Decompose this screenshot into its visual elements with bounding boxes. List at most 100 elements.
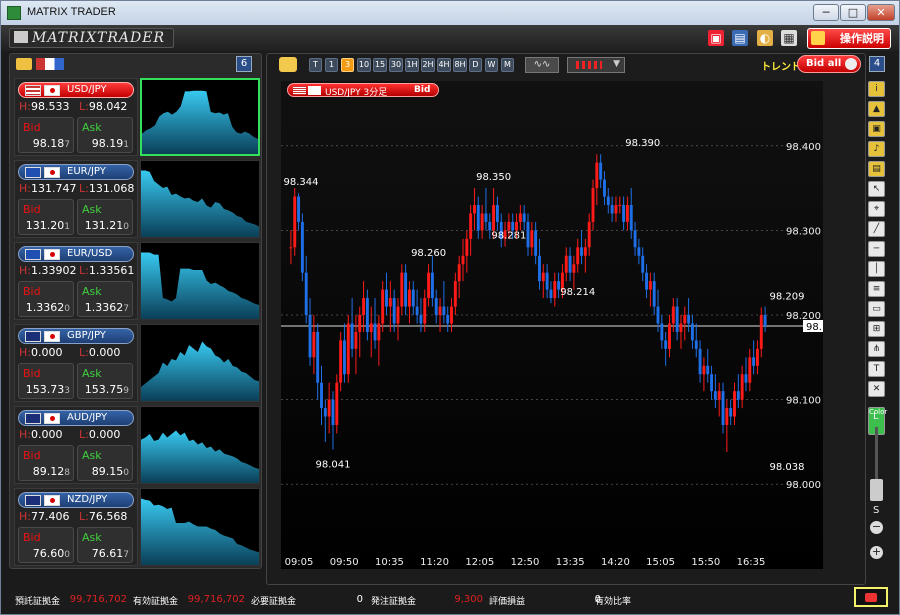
fibo-icon[interactable]: ≡: [868, 281, 885, 297]
hline-icon[interactable]: ─: [868, 241, 885, 257]
delete-icon[interactable]: ✕: [868, 381, 885, 397]
chart-type-dropdown[interactable]: ▼: [567, 57, 625, 73]
bid-all-toggle[interactable]: Bid all: [797, 55, 861, 73]
price-annotation: 98.390: [625, 138, 660, 149]
pair-card-gbp-jpy[interactable]: GBP/JPY H:0.000 L:0.000 Bid 153.733 Ask 153.75…: [14, 324, 260, 402]
mini-chart[interactable]: [140, 160, 260, 238]
high-value: H:1.33902: [19, 264, 77, 277]
candle: [522, 205, 526, 231]
pair-card-eur-usd[interactable]: EUR/USD H:1.33902 L:1.33561 Bid 1.33620 Ask 1.…: [14, 242, 260, 320]
candle: [625, 196, 629, 231]
zoom-in-icon[interactable]: +: [870, 546, 883, 559]
bid-button[interactable]: Bid 1.33620: [18, 281, 74, 317]
folder-icon[interactable]: [16, 58, 32, 70]
x-tick-label: 11:20: [420, 557, 449, 568]
palette-icon[interactable]: ◐: [757, 30, 773, 46]
mini-chart[interactable]: [140, 406, 260, 484]
info-icon[interactable]: i: [868, 81, 885, 97]
close-button[interactable]: ✕: [867, 4, 895, 21]
help-button[interactable]: 操作説明: [807, 28, 891, 49]
pair-card-aud-jpy[interactable]: AUD/JPY H:0.000 L:0.000 Bid 89.128 Ask 89.150: [14, 406, 260, 484]
print-icon[interactable]: ▦: [781, 30, 797, 46]
timeframe-1[interactable]: 1: [325, 58, 338, 72]
timeframe-4h[interactable]: 4H: [437, 58, 451, 72]
ask-button[interactable]: Ask 131.210: [77, 199, 133, 235]
bid-button[interactable]: Bid 76.600: [18, 527, 74, 563]
rate-panel-toolbar: 6: [10, 54, 263, 76]
crosshair-icon[interactable]: ⌖: [868, 201, 885, 217]
save-icon[interactable]: ▤: [732, 30, 748, 46]
line-chart-toggle[interactable]: ∿∿: [525, 57, 559, 73]
bid-button[interactable]: Bid 153.733: [18, 363, 74, 399]
toolbox-icon[interactable]: ▣: [708, 30, 724, 46]
bid-button[interactable]: Bid 98.187: [18, 117, 74, 153]
ask-button[interactable]: Ask 76.617: [77, 527, 133, 563]
volume-icon[interactable]: ▲: [868, 101, 885, 117]
bid-button[interactable]: Bid 89.128: [18, 445, 74, 481]
timeframe-10[interactable]: 10: [357, 58, 371, 72]
channel-icon[interactable]: ▭: [868, 301, 885, 317]
ask-button[interactable]: Ask 98.191: [77, 117, 133, 153]
gann-icon[interactable]: ⊞: [868, 321, 885, 337]
pair-select-button[interactable]: GBP/JPY: [18, 328, 134, 344]
ask-button[interactable]: Ask 1.33627: [77, 281, 133, 317]
timeframe-t[interactable]: T: [309, 58, 322, 72]
pair-card-usd-jpy[interactable]: USD/JPY H:98.533 L:98.042 Bid 98.187 Ask 98.19…: [14, 78, 260, 156]
order-icon[interactable]: ▤: [868, 161, 885, 177]
price-annotation: 98.038: [770, 462, 805, 473]
flags-icon[interactable]: [36, 58, 64, 70]
trendline-icon[interactable]: ╱: [868, 221, 885, 237]
candle: [453, 272, 457, 315]
pair-select-button[interactable]: EUR/JPY: [18, 164, 134, 180]
candle: [645, 264, 648, 299]
mini-chart[interactable]: [140, 78, 260, 156]
chart-count-badge[interactable]: 4: [869, 56, 885, 72]
pitchfork-icon[interactable]: ⋔: [868, 341, 885, 357]
cursor-icon[interactable]: ↖: [868, 181, 885, 197]
y-tick-label: 98.000: [786, 480, 821, 491]
pair-card-eur-jpy[interactable]: EUR/JPY H:131.747 L:131.068 Bid 131.201 Ask 13…: [14, 160, 260, 238]
timeframe-1h[interactable]: 1H: [405, 58, 419, 72]
candle: [473, 188, 476, 231]
mini-chart[interactable]: [140, 488, 260, 566]
timeframe-30[interactable]: 30: [389, 58, 403, 72]
ask-button[interactable]: Ask 153.759: [77, 363, 133, 399]
x-tick-label: 12:05: [465, 557, 494, 568]
zoom-slider-thumb[interactable]: [870, 479, 883, 501]
ask-button[interactable]: Ask 89.150: [77, 445, 133, 481]
bid-button[interactable]: Bid 131.201: [18, 199, 74, 235]
candle: [576, 238, 580, 273]
chart-back-icon[interactable]: [279, 57, 297, 72]
timeframe-15[interactable]: 15: [373, 58, 387, 72]
mini-chart[interactable]: [140, 324, 260, 402]
zoom-out-icon[interactable]: −: [870, 521, 883, 534]
price-annotation: 98.281: [491, 230, 526, 241]
timeframe-m[interactable]: M: [501, 58, 514, 72]
status-bar: 預託証拠金 99,716,702 有効証拠金 99,716,702 必要証拠金 0 発注証拠…: [1, 590, 899, 614]
candle: [476, 196, 480, 239]
pair-select-button[interactable]: AUD/JPY: [18, 410, 134, 426]
low-value: L:98.042: [79, 100, 128, 113]
pair-select-button[interactable]: EUR/USD: [18, 246, 134, 262]
text-icon[interactable]: T: [868, 361, 885, 377]
screenshot-button[interactable]: [854, 587, 888, 607]
bell-icon[interactable]: ♪: [868, 141, 885, 157]
pair-select-button[interactable]: NZD/JPY: [18, 492, 134, 508]
price-annotation: 98.260: [411, 248, 446, 259]
mini-chart[interactable]: [140, 242, 260, 320]
vline-icon[interactable]: │: [868, 261, 885, 277]
timeframe-2h[interactable]: 2H: [421, 58, 435, 72]
timeframe-w[interactable]: W: [485, 58, 498, 72]
price-chart[interactable]: 98.00098.10098.20098.30098.40098.18798.3…: [281, 81, 843, 569]
timeframe-3[interactable]: 3: [341, 58, 354, 72]
x-tick-label: 12:50: [511, 557, 540, 568]
timeframe-8h[interactable]: 8H: [453, 58, 467, 72]
pair-card-nzd-jpy[interactable]: NZD/JPY H:77.406 L:76.568 Bid 76.600 Ask 76.61…: [14, 488, 260, 566]
indicator-icon[interactable]: ▣: [868, 121, 885, 137]
pair-select-button[interactable]: USD/JPY: [18, 82, 134, 98]
panel-count-badge[interactable]: 6: [236, 56, 252, 72]
minimize-button[interactable]: ─: [813, 4, 839, 21]
status-value: 9,300: [454, 594, 483, 605]
maximize-button[interactable]: □: [840, 4, 866, 21]
timeframe-d[interactable]: D: [469, 58, 482, 72]
